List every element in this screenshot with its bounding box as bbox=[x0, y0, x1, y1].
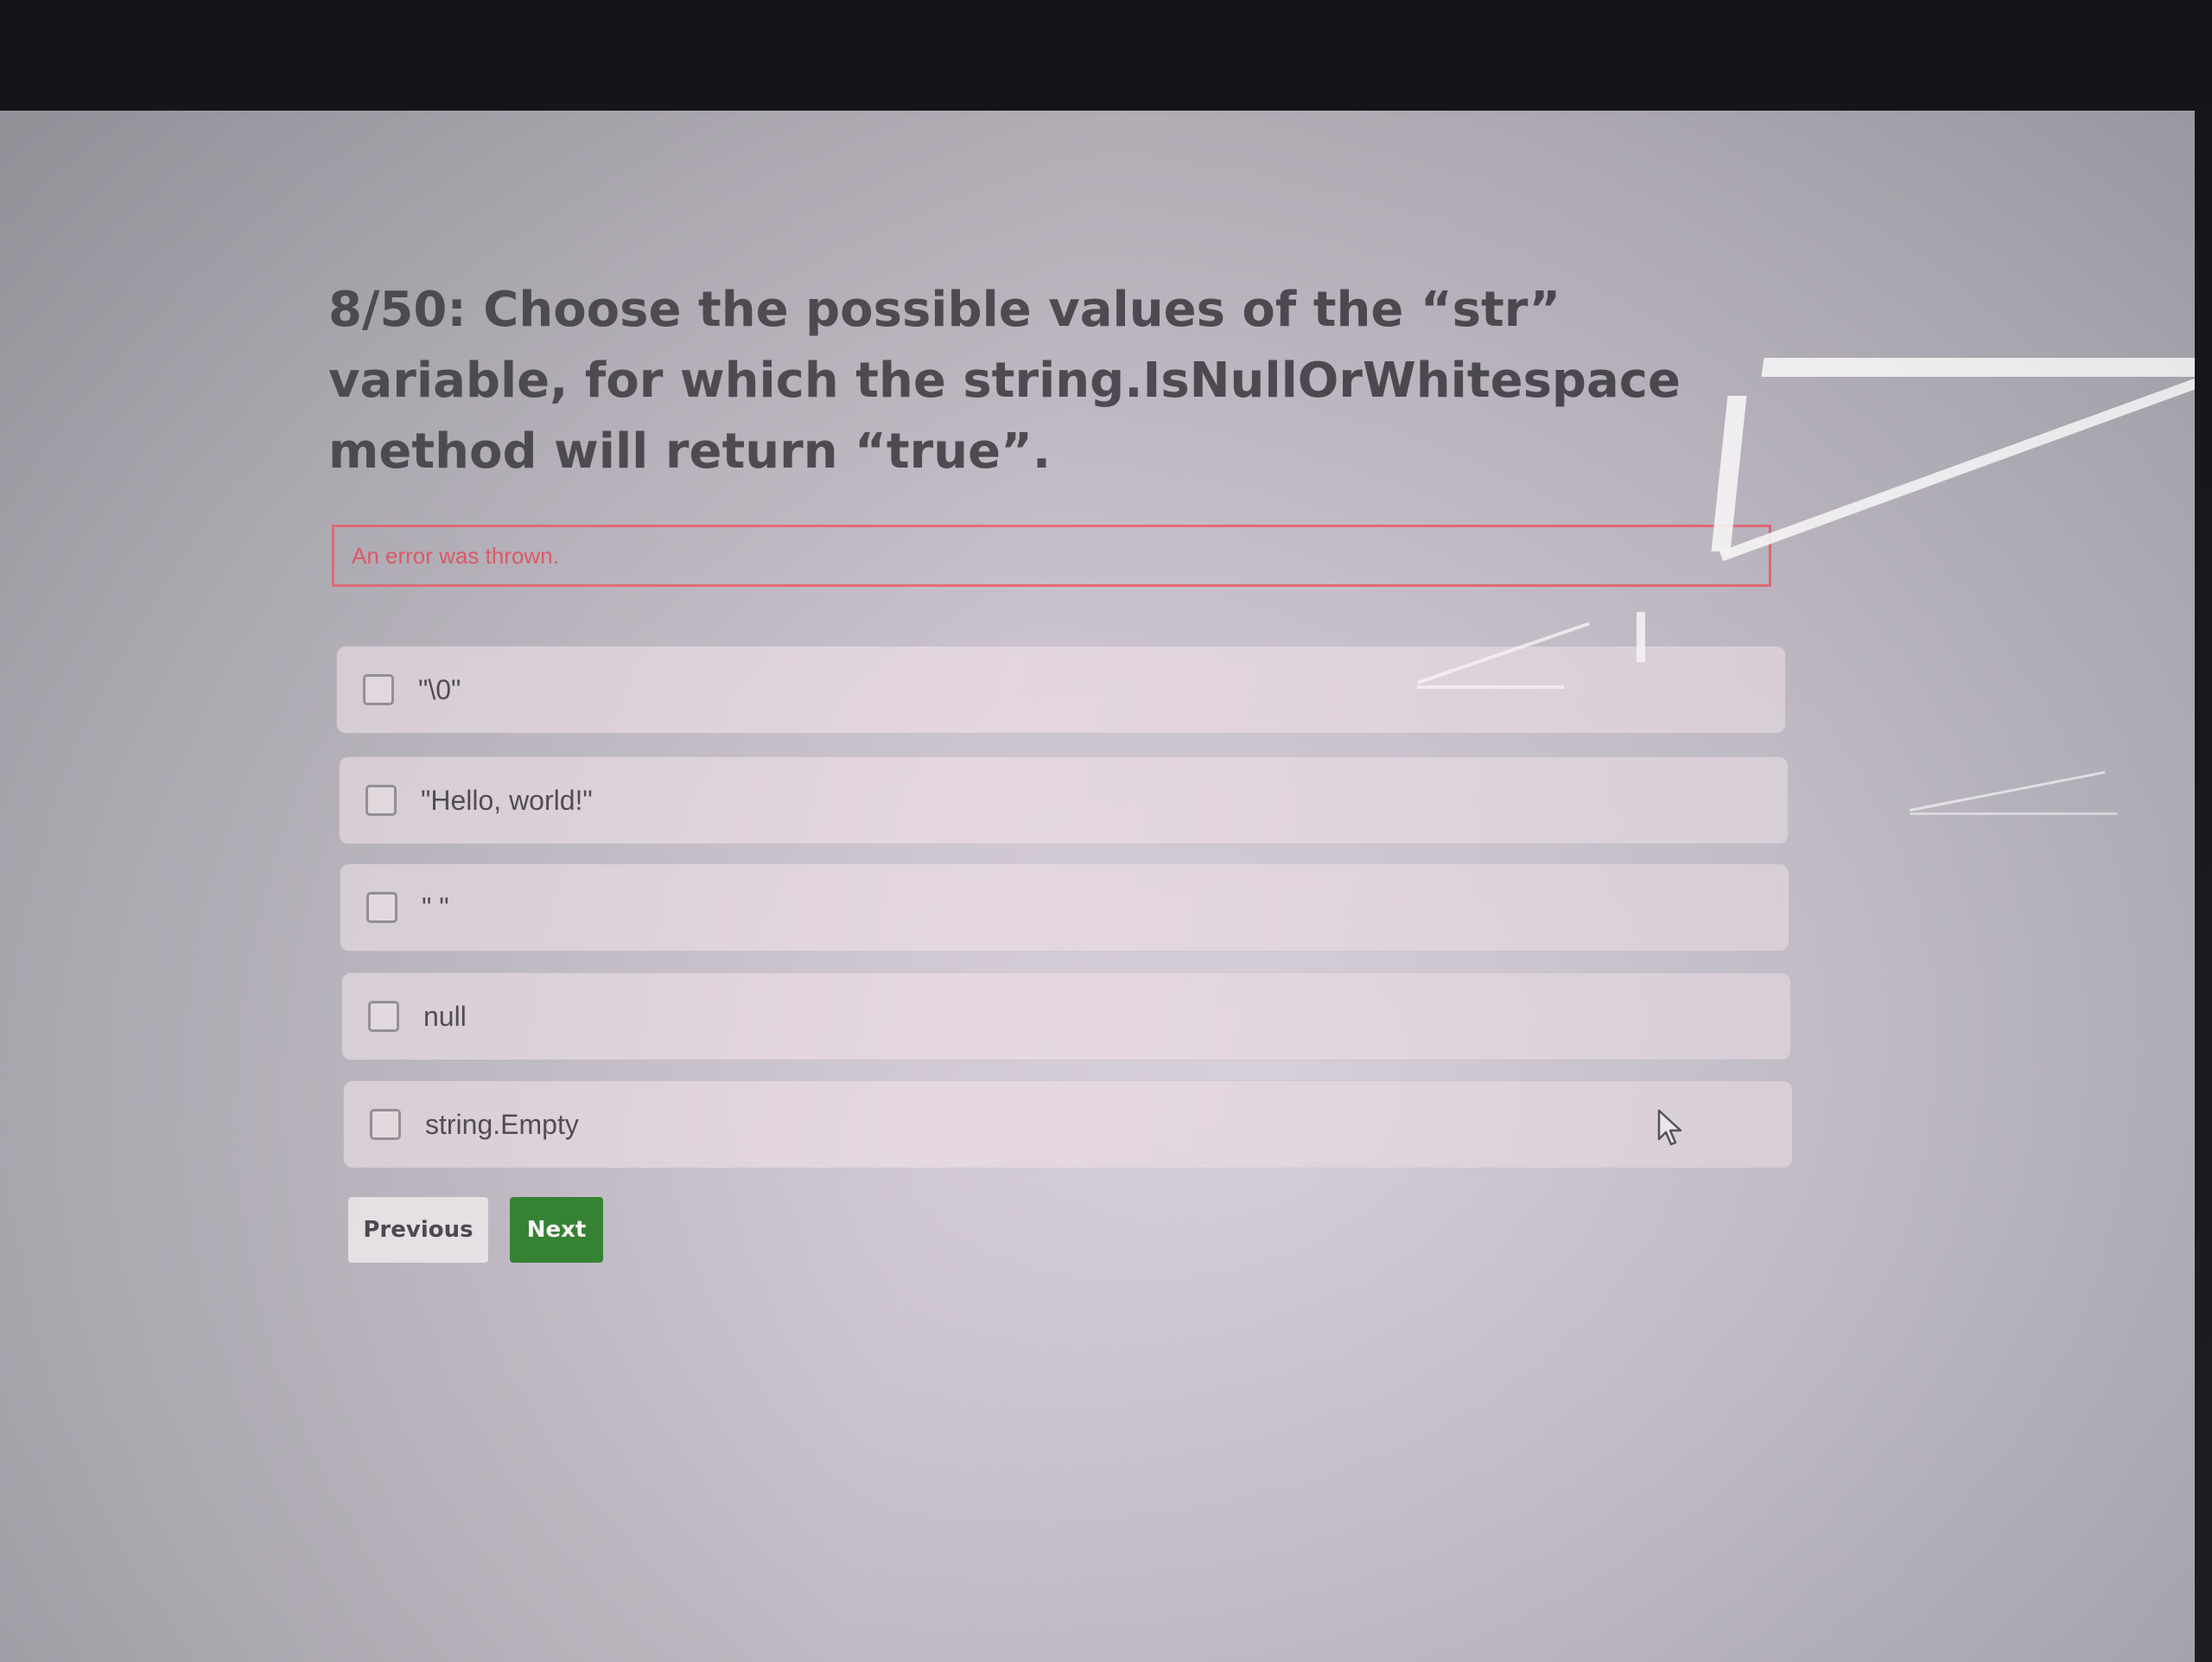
option-label: null bbox=[423, 1000, 467, 1032]
answer-option-string-empty[interactable]: string.Empty bbox=[344, 1081, 1792, 1168]
previous-button[interactable]: Previous bbox=[348, 1197, 488, 1263]
checkbox[interactable] bbox=[366, 892, 397, 923]
option-label: " " bbox=[422, 891, 449, 923]
mouse-pointer-icon bbox=[1657, 1109, 1682, 1146]
question-title: 8/50: Choose the possible values of the … bbox=[328, 282, 1681, 480]
screen-glare bbox=[1910, 771, 2106, 812]
screen-glare bbox=[1719, 377, 2195, 562]
screen-glare bbox=[1910, 812, 2117, 815]
checkbox[interactable] bbox=[363, 674, 394, 705]
answer-option-null-char[interactable]: "\0" bbox=[337, 646, 1785, 733]
checkbox[interactable] bbox=[370, 1109, 401, 1140]
checkbox[interactable] bbox=[368, 1001, 399, 1032]
answer-option-null[interactable]: null bbox=[342, 973, 1790, 1060]
option-label: string.Empty bbox=[425, 1108, 579, 1140]
checkbox[interactable] bbox=[365, 785, 397, 816]
answer-option-hello-world[interactable]: "Hello, world!" bbox=[340, 757, 1788, 844]
option-label: "Hello, world!" bbox=[421, 784, 593, 816]
error-message: An error was thrown. bbox=[352, 542, 559, 569]
option-label: "\0" bbox=[418, 673, 461, 705]
quiz-screen: 8/50: Choose the possible values of the … bbox=[0, 111, 2195, 1662]
next-button[interactable]: Next bbox=[510, 1197, 603, 1263]
screen-glare bbox=[1761, 358, 2195, 377]
error-alert: An error was thrown. bbox=[332, 525, 1771, 587]
answer-option-space[interactable]: " " bbox=[340, 864, 1789, 951]
